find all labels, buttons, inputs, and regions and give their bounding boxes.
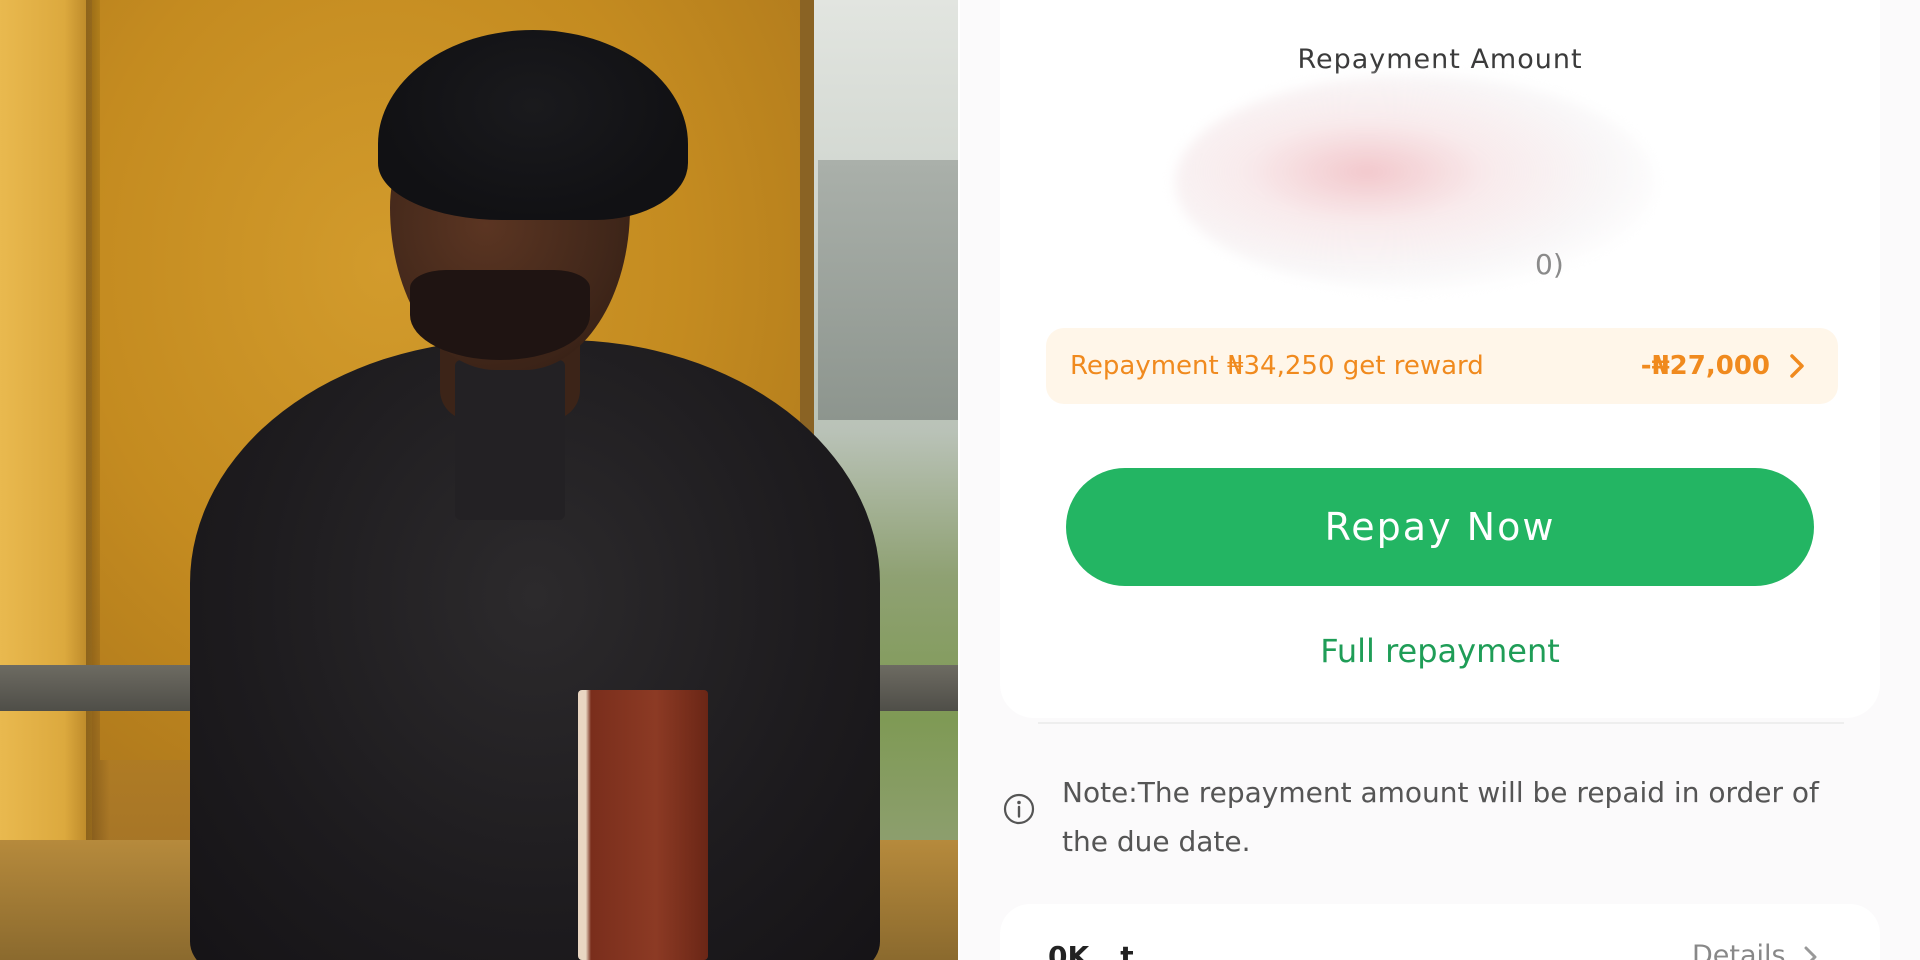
window-building — [818, 160, 958, 420]
loan-app-screen: Repayment Amount 0) Repayment ₦34,250 ge… — [960, 0, 1920, 960]
full-repayment-link[interactable]: Full repayment — [960, 632, 1920, 670]
redacted-amount — [1175, 75, 1655, 290]
reward-banner-text: Repayment ₦34,250 get reward — [1070, 351, 1484, 381]
chevron-right-icon — [1804, 946, 1817, 960]
repayment-amount-title: Repayment Amount — [1297, 44, 1583, 75]
chevron-right-icon — [1790, 354, 1804, 378]
repay-now-button[interactable]: Repay Now — [1066, 468, 1814, 586]
amount-tail-text: 0) — [1535, 248, 1564, 281]
reward-amount: -₦27,000 — [1640, 351, 1770, 381]
wall-left — [0, 0, 92, 960]
person-beard — [410, 270, 590, 360]
repayment-note: Note:The repayment amount will be repaid… — [1062, 776, 1819, 858]
person-collar — [455, 360, 565, 520]
divider — [1038, 722, 1844, 724]
reward-banner[interactable]: Repayment ₦34,250 get reward -₦27,000 — [1046, 328, 1838, 404]
person-photo — [0, 0, 958, 960]
info-icon — [1003, 793, 1035, 825]
loan-item-label: 0K ..t — [1048, 940, 1134, 960]
details-link[interactable]: Details — [1692, 940, 1786, 960]
folder — [578, 690, 708, 960]
